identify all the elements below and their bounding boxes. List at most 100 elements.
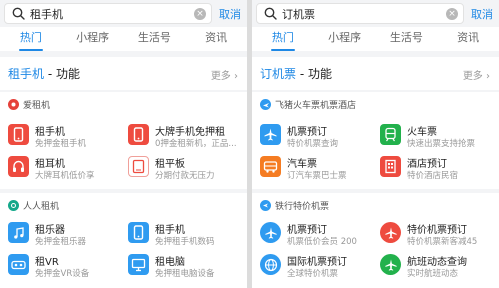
phone-icon <box>8 124 29 145</box>
tab-hot[interactable]: 热门 <box>252 27 314 51</box>
service-item[interactable]: 机票预订 机票低价会员 200 <box>260 220 380 250</box>
section-keyword: 租手机 <box>8 67 45 81</box>
service-desc: 特价机票查询 <box>287 139 339 149</box>
phone-icon <box>128 222 149 243</box>
tab-news[interactable]: 资讯 <box>185 27 247 51</box>
search-icon <box>261 5 279 23</box>
service-desc: 大牌耳机低价享 <box>35 171 95 181</box>
left-search-panel: 租手机 × 取消 热门 小程序 生活号 资讯 租手机 - 功能 更多 › 爱租机… <box>0 0 247 288</box>
earphone-icon <box>8 156 29 177</box>
service-name: 汽车票 <box>287 159 317 170</box>
service-brand[interactable]: 爱租机 <box>8 98 50 111</box>
service-item[interactable]: 租VR 免押金VR设备 <box>8 252 128 282</box>
renrenzuji-logo-icon <box>8 200 19 211</box>
search-input[interactable]: 租手机 <box>30 6 194 22</box>
service-item[interactable]: 租电脑 免押租电脑设备 <box>128 252 247 282</box>
section-keyword: 订机票 <box>260 67 297 81</box>
section-title: 租手机 - 功能 <box>8 65 80 82</box>
flight-status-icon <box>380 254 401 275</box>
right-search-panel: 订机票 × 取消 热门 小程序 生活号 资讯 订机票 - 功能 更多 › 飞猪火… <box>252 0 499 288</box>
service-desc: 快速出票支持抢票 <box>407 139 476 149</box>
service-desc: 分期付款无压力 <box>155 171 215 181</box>
service-brand[interactable]: 铁行特价机票 <box>260 199 329 212</box>
tab-mini-programs[interactable]: 小程序 <box>314 27 376 51</box>
service-item[interactable]: 特价机票预订 特价机票新客减45 <box>380 220 499 250</box>
search-input[interactable]: 订机票 <box>282 6 446 22</box>
search-bar[interactable]: 订机票 × <box>256 3 464 24</box>
tab-news[interactable]: 资讯 <box>437 27 499 51</box>
cancel-button[interactable]: 取消 <box>219 6 241 22</box>
service-brand[interactable]: 人人租机 <box>8 199 59 212</box>
tab-life-accounts[interactable]: 生活号 <box>124 27 186 51</box>
tab-hot[interactable]: 热门 <box>0 27 62 51</box>
tab-mini-programs[interactable]: 小程序 <box>62 27 124 51</box>
service-desc: 订汽车票巴士票 <box>287 171 347 181</box>
tablet-icon <box>128 156 149 177</box>
service-item[interactable]: 汽车票 订汽车票巴士票 <box>260 154 380 184</box>
service-item[interactable]: 租平板 分期付款无压力 <box>128 154 247 184</box>
brand-name: 飞猪火车票机票酒店 <box>275 101 357 111</box>
brand-name: 爱租机 <box>23 101 51 111</box>
globe-icon <box>260 254 281 275</box>
hotel-icon <box>380 156 401 177</box>
more-link[interactable]: 更多 › <box>211 67 238 82</box>
service-item[interactable]: 航班动态查询 实时航班动态 <box>380 252 499 282</box>
airplane-icon <box>260 124 281 145</box>
bus-icon <box>260 156 281 177</box>
vr-headset-icon <box>8 254 29 275</box>
service-name: 租平板 <box>155 159 185 170</box>
section-suffix: - 功能 <box>296 67 332 81</box>
service-name: 航班动态查询 <box>407 257 467 268</box>
more-label: 更多 <box>210 71 231 82</box>
service-item[interactable]: 租手机 免押租手机数码 <box>128 220 247 250</box>
more-link[interactable]: 更多 › <box>463 67 490 82</box>
clear-icon[interactable]: × <box>446 7 458 20</box>
service-brand[interactable]: 飞猪火车票机票酒店 <box>260 98 356 111</box>
service-desc: 免押金租乐器 <box>35 237 87 247</box>
service-name: 火车票 <box>407 127 437 138</box>
service-item[interactable]: 租乐器 免押金租乐器 <box>8 220 128 250</box>
service-name: 租电脑 <box>155 257 185 268</box>
service-name: 租手机 <box>35 127 65 138</box>
service-item[interactable]: 酒店预订 特价酒店民宿 <box>380 154 499 184</box>
section-suffix: - 功能 <box>44 67 80 81</box>
service-desc: 机票低价会员 200 <box>287 237 357 247</box>
service-item[interactable]: 火车票 快速出票支持抢票 <box>380 122 499 152</box>
service-item[interactable]: 租手机 免押金租手机 <box>8 122 128 152</box>
brand-name: 人人租机 <box>23 202 60 212</box>
service-name: 租手机 <box>155 225 185 236</box>
service-name: 租乐器 <box>35 225 65 236</box>
airplane-icon <box>380 222 401 243</box>
service-name: 酒店预订 <box>407 159 447 170</box>
train-icon <box>380 124 401 145</box>
fliggy-plane-icon <box>260 99 271 110</box>
aizuji-logo-icon <box>8 99 19 110</box>
service-item[interactable]: 大牌手机免押租 0押金租新机，正品... <box>128 122 247 152</box>
clear-icon[interactable]: × <box>194 7 206 20</box>
more-label: 更多 <box>462 71 483 82</box>
tiehang-logo-icon <box>260 200 271 211</box>
result-tabs: 热门 小程序 生活号 资讯 <box>252 27 499 51</box>
service-card: 飞猪火车票机票酒店 机票预订 特价机票查询 火车票 快速出票支持抢票 汽车票 订… <box>252 92 499 189</box>
section-header: 租手机 - 功能 更多 › <box>0 57 247 90</box>
brand-name: 铁行特价机票 <box>275 202 330 212</box>
service-card: 爱租机 租手机 免押金租手机 大牌手机免押租 0押金租新机，正品... 租耳机 … <box>0 92 247 189</box>
service-desc: 免押金租手机 <box>35 139 87 149</box>
service-name: 租VR <box>35 257 59 268</box>
search-bar[interactable]: 租手机 × <box>4 3 212 24</box>
service-desc: 免押金VR设备 <box>35 269 90 279</box>
section-header: 订机票 - 功能 更多 › <box>252 57 499 90</box>
music-instrument-icon <box>8 222 29 243</box>
service-name: 大牌手机免押租 <box>155 127 225 138</box>
service-desc: 实时航班动态 <box>407 269 459 279</box>
search-icon <box>9 5 27 23</box>
cancel-button[interactable]: 取消 <box>471 6 493 22</box>
service-item[interactable]: 租耳机 大牌耳机低价享 <box>8 154 128 184</box>
tab-life-accounts[interactable]: 生活号 <box>376 27 438 51</box>
service-desc: 免押租手机数码 <box>155 237 215 247</box>
result-tabs: 热门 小程序 生活号 资讯 <box>0 27 247 51</box>
service-item[interactable]: 国际机票预订 全球特价机票 <box>260 252 380 282</box>
service-desc: 全球特价机票 <box>287 269 339 279</box>
service-item[interactable]: 机票预订 特价机票查询 <box>260 122 380 152</box>
service-name: 租耳机 <box>35 159 65 170</box>
